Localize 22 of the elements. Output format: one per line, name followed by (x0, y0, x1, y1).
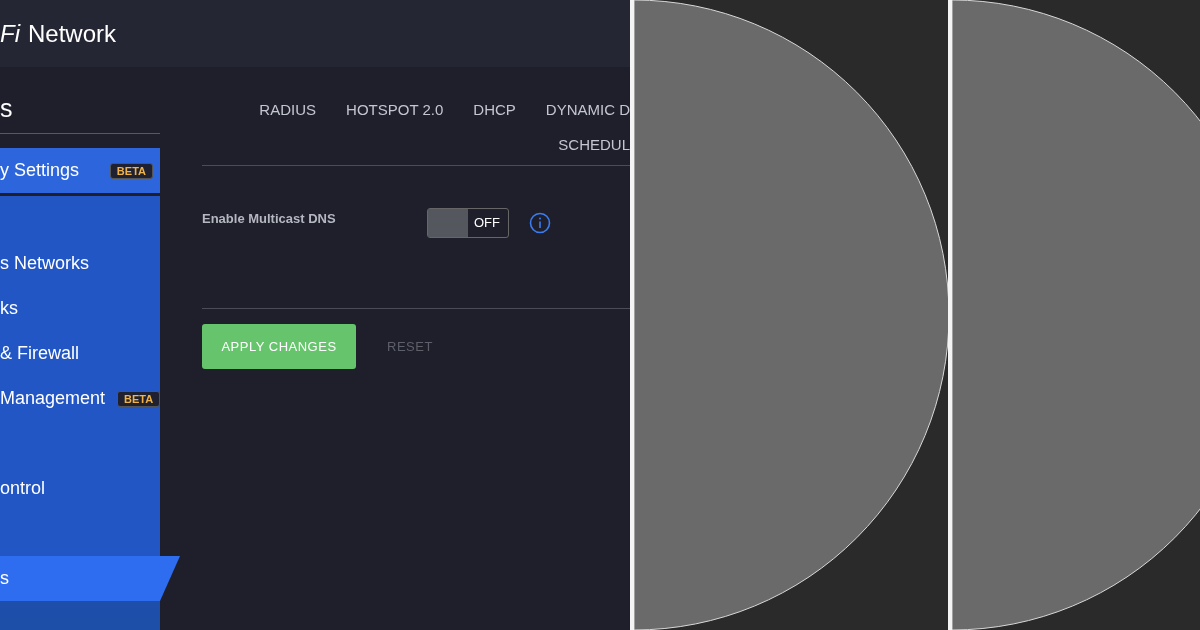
sidebar-item[interactable]: ks (0, 286, 160, 331)
beta-badge: BETA (117, 390, 161, 407)
tab[interactable]: DHCP (473, 101, 516, 118)
sidebar-item[interactable]: & Firewall (0, 331, 160, 376)
beta-badge: BETA (109, 162, 153, 179)
sidebar-item[interactable]: y Settings BETA (0, 148, 160, 196)
tab[interactable]: HOTSPOT 2.0 (346, 101, 444, 118)
sidebar-item[interactable]: Management BETA (0, 376, 160, 421)
sidebar-item[interactable] (0, 511, 160, 556)
sidebar-heading: s (0, 67, 160, 134)
sidebar-item[interactable]: s (0, 556, 180, 601)
toggle-switch[interactable]: OFF (427, 208, 509, 238)
tab[interactable]: DYNAMIC D (545, 101, 630, 118)
app-title: Network (28, 19, 117, 48)
setting-label: Enable Multicast DNS (202, 210, 337, 226)
sidebar-item[interactable]: s Networks (0, 241, 160, 286)
logo-text: Fi (0, 19, 20, 48)
sidebar-item[interactable] (0, 196, 160, 241)
info-icon[interactable] (529, 212, 551, 234)
sidebar-item[interactable]: ontrol (0, 466, 160, 511)
tab[interactable]: SCHEDUL (558, 136, 630, 153)
tab[interactable]: RADIUS (259, 101, 317, 118)
